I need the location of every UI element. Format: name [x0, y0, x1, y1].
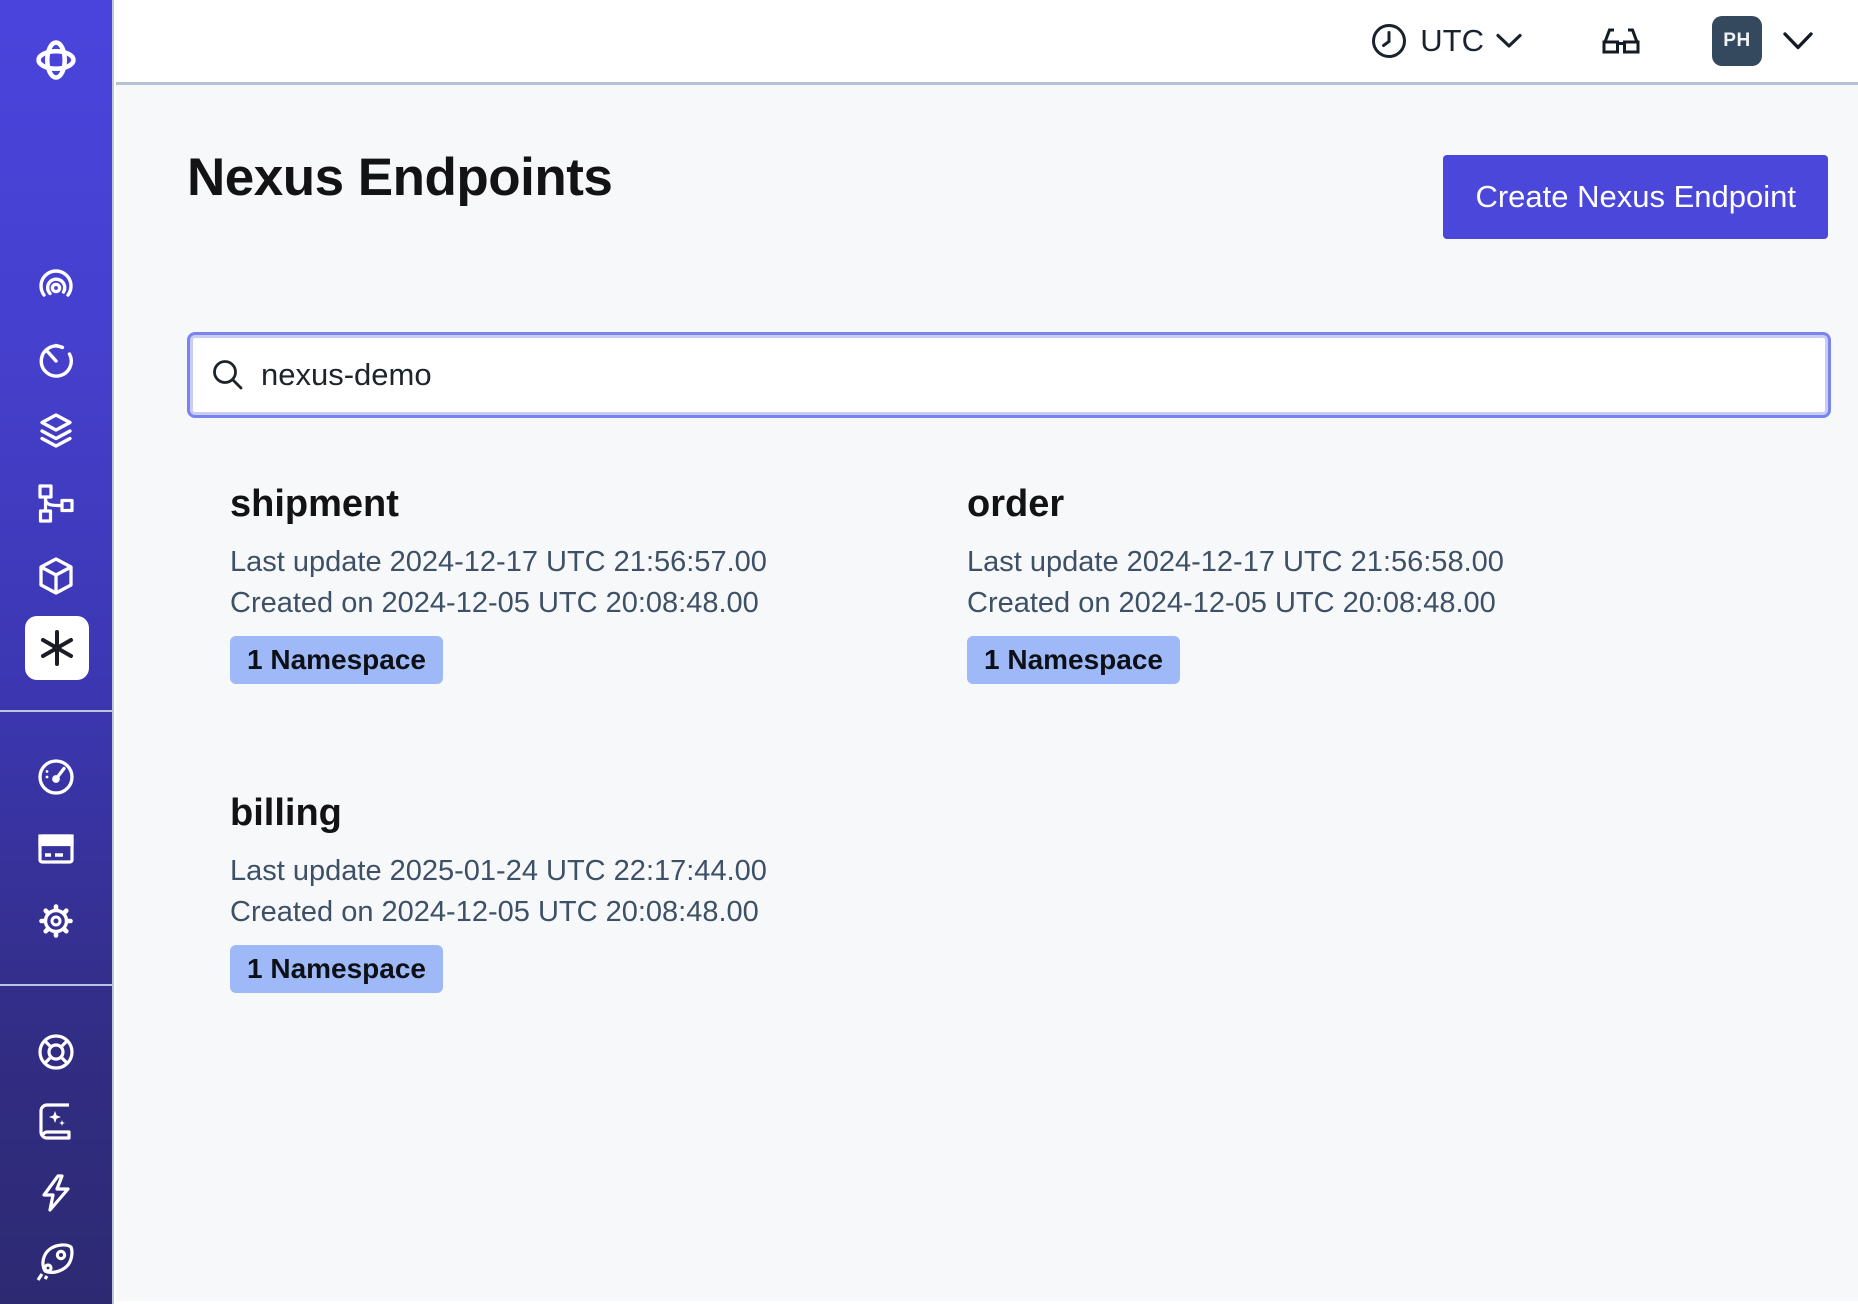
settings-icon[interactable] — [34, 899, 78, 943]
namespaces-icon[interactable] — [34, 266, 78, 310]
endpoint-card-billing[interactable]: billing Last update 2025-01-24 UTC 22:17… — [230, 789, 967, 993]
chevron-down-icon — [1496, 33, 1522, 49]
page-title: Nexus Endpoints — [187, 147, 612, 208]
endpoint-name: billing — [230, 789, 967, 837]
search-input[interactable] — [261, 335, 1808, 415]
endpoint-card-order[interactable]: order Last update 2024-12-17 UTC 21:56:5… — [967, 480, 1858, 684]
endpoint-name: order — [967, 480, 1858, 528]
endpoint-last-update: Last update 2024-12-17 UTC 21:56:57.00 — [230, 542, 967, 583]
support-icon[interactable] — [34, 1030, 78, 1074]
endpoint-created-on: Created on 2024-12-05 UTC 20:08:48.00 — [230, 892, 967, 933]
timezone-picker[interactable]: UTC — [1370, 22, 1522, 60]
getting-started-icon[interactable] — [34, 1240, 78, 1284]
page-content: Nexus Endpoints Create Nexus Endpoint sh… — [116, 85, 1858, 1301]
endpoint-name: shipment — [230, 480, 967, 528]
namespace-badge: 1 Namespace — [230, 636, 443, 684]
endpoint-card-shipment[interactable]: shipment Last update 2024-12-17 UTC 21:5… — [230, 480, 967, 684]
feedback-icon[interactable] — [34, 1171, 78, 1215]
endpoint-created-on: Created on 2024-12-05 UTC 20:08:48.00 — [230, 583, 967, 624]
stacks-icon[interactable] — [34, 410, 78, 454]
endpoint-last-update: Last update 2025-01-24 UTC 22:17:44.00 — [230, 851, 967, 892]
namespace-badge: 1 Namespace — [967, 636, 1180, 684]
schedules-icon[interactable] — [34, 339, 78, 383]
clock-icon — [1370, 22, 1408, 60]
sidebar-divider — [0, 710, 114, 712]
sidebar-nav — [0, 0, 114, 1304]
glasses-icon — [1600, 20, 1642, 62]
search-icon — [210, 357, 246, 393]
docs-icon[interactable] — [34, 1100, 78, 1144]
endpoint-created-on: Created on 2024-12-05 UTC 20:08:48.00 — [967, 583, 1858, 624]
endpoint-last-update: Last update 2024-12-17 UTC 21:56:58.00 — [967, 542, 1858, 583]
connections-icon[interactable] — [34, 481, 78, 525]
search-bar — [187, 332, 1831, 418]
labs-toggle[interactable] — [1600, 20, 1642, 62]
nexus-icon[interactable] — [25, 616, 89, 680]
top-header: UTC PH — [116, 0, 1858, 85]
create-nexus-endpoint-button[interactable]: Create Nexus Endpoint — [1443, 155, 1828, 239]
avatar[interactable]: PH — [1712, 16, 1762, 66]
temporal-logo[interactable] — [34, 38, 78, 82]
billing-icon[interactable] — [34, 827, 78, 871]
namespace-badge: 1 Namespace — [230, 945, 443, 993]
usage-icon[interactable] — [34, 755, 78, 799]
deployments-icon[interactable] — [34, 554, 78, 598]
endpoint-list: shipment Last update 2024-12-17 UTC 21:5… — [230, 480, 1858, 993]
timezone-label: UTC — [1420, 23, 1484, 59]
chevron-down-icon[interactable] — [1782, 31, 1814, 51]
sidebar-divider — [0, 984, 114, 986]
